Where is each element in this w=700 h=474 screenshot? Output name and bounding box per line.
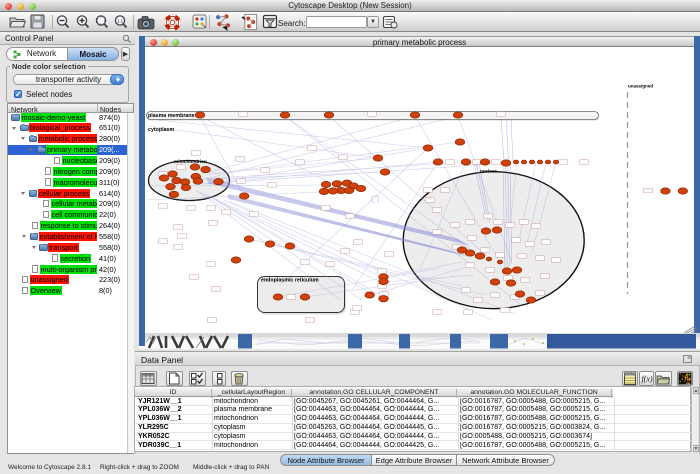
- svg-text:unassigned: unassigned: [628, 84, 653, 89]
- svg-text:nucleus: nucleus: [480, 169, 498, 174]
- svg-text:plasma membrane: plasma membrane: [148, 113, 195, 119]
- svg-text:endoplasmic reticulum: endoplasmic reticulum: [261, 278, 319, 284]
- svg-text:mitochondrion: mitochondrion: [174, 159, 207, 164]
- svg-text:f(x): f(x): [641, 375, 652, 384]
- svg-text:1:1: 1:1: [117, 19, 124, 24]
- svg-text:cytoplasm: cytoplasm: [148, 127, 174, 133]
